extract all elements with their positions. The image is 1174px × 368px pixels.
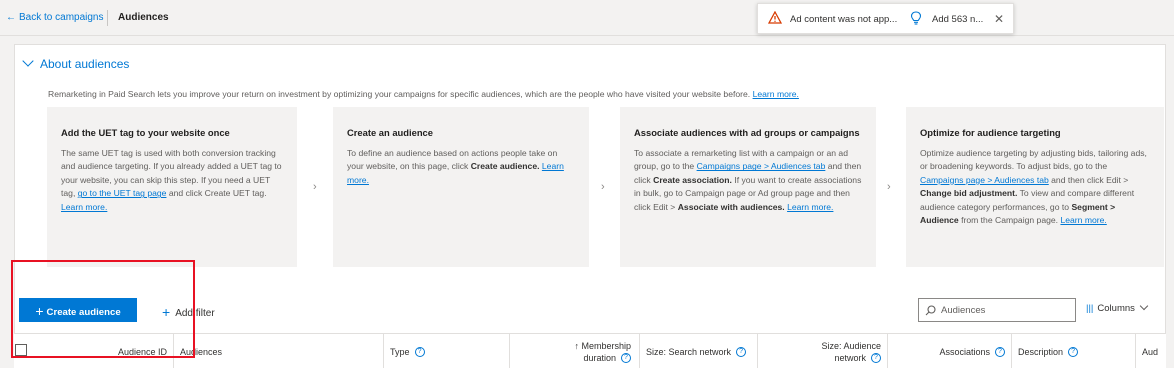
card-learn-more-link[interactable]: Learn more. bbox=[1060, 215, 1106, 225]
about-audiences-label: About audiences bbox=[40, 57, 130, 71]
intro-text: Remarketing in Paid Search lets you impr… bbox=[48, 89, 751, 99]
header-label: duration bbox=[583, 352, 616, 363]
intro-learn-more-link[interactable]: Learn more. bbox=[753, 89, 799, 99]
remarketing-intro: Remarketing in Paid Search lets you impr… bbox=[48, 89, 799, 99]
column-header-type[interactable]: Type? bbox=[384, 334, 510, 368]
search-input[interactable] bbox=[941, 303, 1071, 318]
about-audiences-toggle[interactable]: About audiences bbox=[22, 55, 130, 71]
chevron-right-icon: › bbox=[601, 181, 605, 193]
card-text: To define an audience based on actions p… bbox=[347, 147, 575, 187]
info-icon[interactable]: ? bbox=[995, 346, 1005, 357]
uet-tag-page-link[interactable]: go to the UET tag page bbox=[78, 188, 167, 198]
sort-arrow-icon: ↑ bbox=[574, 340, 579, 351]
header-label: Size: Audience bbox=[821, 340, 881, 351]
info-icon[interactable]: ? bbox=[871, 353, 881, 364]
breadcrumb-divider bbox=[107, 10, 108, 26]
columns-label: Columns bbox=[1097, 303, 1135, 314]
column-header-audiences[interactable]: Audiences bbox=[174, 334, 384, 368]
column-header-membership-duration[interactable]: ↑ Membership duration? bbox=[510, 334, 640, 368]
step-card-associate-audiences: Associate audiences with ad groups or ca… bbox=[620, 107, 876, 267]
card-text: Optimize audience targeting by adjusting… bbox=[920, 147, 1150, 227]
warning-notification-text[interactable]: Ad content was not app... bbox=[790, 14, 897, 25]
card-title: Create an audience bbox=[347, 127, 433, 138]
card-text: The same UET tag is used with both conve… bbox=[61, 147, 283, 214]
back-arrow-icon: ← bbox=[6, 12, 16, 23]
columns-icon: ||| bbox=[1086, 303, 1094, 314]
column-header-associations[interactable]: Associations? bbox=[888, 334, 1012, 368]
card-learn-more-link[interactable]: Learn more. bbox=[787, 202, 833, 212]
header-label: Size: Search network bbox=[646, 346, 732, 357]
card-bold-text: Associate with audiences. bbox=[677, 201, 785, 212]
card-title: Add the UET tag to your website once bbox=[61, 127, 230, 138]
page-title: Audiences bbox=[118, 12, 169, 23]
step-card-create-audience: Create an audience To define an audience… bbox=[333, 107, 589, 267]
columns-button[interactable]: ||| Columns bbox=[1086, 301, 1149, 314]
step-card-uet-tag: Add the UET tag to your website once The… bbox=[47, 107, 297, 267]
step-card-optimize-targeting: Optimize for audience targeting Optimize… bbox=[906, 107, 1164, 267]
back-to-campaigns-link[interactable]: ← Back to campaigns bbox=[6, 12, 104, 23]
card-title: Associate audiences with ad groups or ca… bbox=[634, 127, 860, 138]
card-body-text: and then click Edit > bbox=[1051, 174, 1129, 185]
campaigns-audiences-tab-link[interactable]: Campaigns page > Audiences tab bbox=[920, 175, 1049, 185]
close-icon[interactable]: ✕ bbox=[994, 12, 1004, 26]
chevron-right-icon: › bbox=[313, 181, 317, 193]
highlight-box bbox=[11, 260, 195, 358]
chevron-down-icon bbox=[1139, 301, 1149, 311]
info-icon[interactable]: ? bbox=[736, 346, 747, 357]
header-label: Aud bbox=[1142, 346, 1159, 357]
header-label-stack: ↑ Membership duration? bbox=[574, 340, 631, 364]
card-body-text: and click Create UET tag. bbox=[168, 188, 267, 199]
column-header-aud[interactable]: Aud bbox=[1136, 334, 1166, 368]
info-icon[interactable]: ? bbox=[621, 353, 631, 364]
notification-bar: Ad content was not app... Add 563 n... ✕ bbox=[757, 3, 1014, 34]
header-label: Membership bbox=[581, 340, 631, 351]
warning-triangle-icon bbox=[768, 11, 782, 24]
card-bold-text: Create association. bbox=[653, 174, 732, 185]
card-title: Optimize for audience targeting bbox=[920, 127, 1061, 138]
lightbulb-icon bbox=[910, 11, 922, 25]
header-label: Description bbox=[1018, 346, 1064, 357]
audience-search-box[interactable] bbox=[918, 298, 1076, 322]
column-header-description[interactable]: Description? bbox=[1012, 334, 1136, 368]
header-label: network bbox=[834, 352, 866, 363]
back-link-label: Back to campaigns bbox=[19, 12, 104, 23]
card-bold-text: Change bid adjustment. bbox=[920, 188, 1018, 199]
search-icon bbox=[925, 305, 936, 316]
card-text: To associate a remarketing list with a c… bbox=[634, 147, 862, 214]
chevron-right-icon: › bbox=[887, 181, 891, 193]
campaigns-audiences-tab-link[interactable]: Campaigns page > Audiences tab bbox=[697, 161, 826, 171]
tip-notification-text[interactable]: Add 563 n... bbox=[932, 14, 983, 25]
header-label-stack: Size: Audience network? bbox=[821, 340, 881, 364]
card-body-text: from the Campaign page. bbox=[961, 215, 1059, 226]
info-icon[interactable]: ? bbox=[1068, 346, 1079, 357]
card-bold-text: Create audience. bbox=[470, 161, 540, 172]
chevron-down-icon bbox=[22, 55, 34, 67]
card-learn-more-link[interactable]: Learn more. bbox=[61, 202, 107, 212]
column-header-size-audience-network[interactable]: Size: Audience network? bbox=[758, 334, 888, 368]
header-label: Type bbox=[390, 346, 410, 357]
info-icon[interactable]: ? bbox=[414, 346, 425, 357]
header-label: Associations bbox=[939, 346, 990, 357]
card-body-text: Optimize audience targeting by adjusting… bbox=[920, 148, 1147, 172]
column-header-size-search-network[interactable]: Size: Search network? bbox=[640, 334, 758, 368]
